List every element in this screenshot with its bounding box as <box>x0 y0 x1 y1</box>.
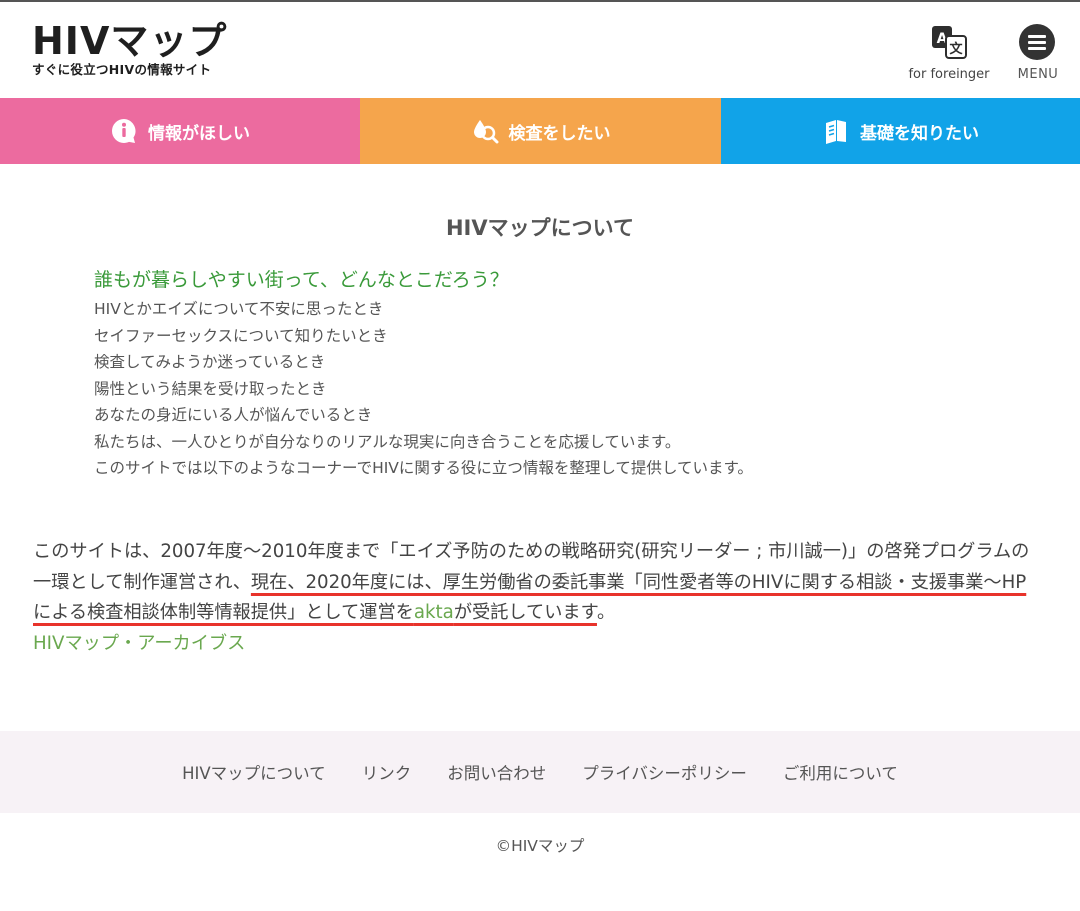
info-icon <box>110 117 138 145</box>
footer-link-links[interactable]: リンク <box>362 760 412 784</box>
tab-basic[interactable]: 基礎を知りたい <box>721 98 1080 164</box>
footer-link-privacy[interactable]: プライバシーポリシー <box>582 760 747 784</box>
intro-line: 陽性という結果を受け取ったとき <box>94 379 327 398</box>
about-paragraph: このサイトは、2007年度〜2010年度まで「エイズ予防のための戦略研究(研究リ… <box>33 537 1043 659</box>
site-logo[interactable]: HIVマップ すぐに役立つHIVの情報サイト <box>32 20 252 82</box>
footer-link-about[interactable]: HIVマップについて <box>182 760 326 784</box>
hamburger-icon <box>1019 24 1055 60</box>
tab-test-label: 検査をしたい <box>508 123 611 144</box>
about-text-end: が受託しています <box>453 602 597 623</box>
tab-test[interactable]: 検査をしたい <box>360 98 721 164</box>
intro-line: このサイトでは以下のようなコーナーでHIVに関する役に立つ情報を整理して提供して… <box>94 459 753 477</box>
tab-basic-label: 基礎を知りたい <box>860 123 979 144</box>
footer-link-contact[interactable]: お問い合わせ <box>447 760 546 784</box>
language-button[interactable]: A 文 for foreinger <box>900 22 998 86</box>
intro-section: 誰もが暮らしやすい街って、どんなとこだろう？ HIVとかエイズについて不安に思っ… <box>94 266 994 482</box>
menu-button[interactable]: MENU <box>1010 22 1066 86</box>
about-period: 。 <box>596 602 616 623</box>
page-title: HIVマップについて <box>445 216 634 240</box>
intro-heading: 誰もが暮らしやすい街って、どんなとこだろう？ <box>94 269 509 291</box>
tab-info-label: 情報がほしい <box>148 123 250 144</box>
main-nav: 情報がほしい 検査をしたい 基礎を知りたい <box>0 98 1080 164</box>
tab-info[interactable]: 情報がほしい <box>0 98 360 164</box>
copyright: ©HIVマップ <box>495 837 585 855</box>
logo-title: HIVマップ <box>32 19 228 63</box>
intro-line: あなたの身近にいる人が悩んでいるとき <box>94 406 373 424</box>
footer-nav: HIVマップについて リンク お問い合わせ プライバシーポリシー ご利用について <box>0 731 1080 813</box>
intro-line: セイファーセックスについて知りたいとき <box>94 326 388 345</box>
menu-label: MENU <box>1017 67 1059 82</box>
intro-line: 検査してみようか迷っているとき <box>94 353 326 371</box>
intro-line: HIVとかエイズについて不安に思ったとき <box>94 300 384 318</box>
svg-text:文: 文 <box>949 41 963 57</box>
test-search-icon <box>471 117 499 145</box>
language-label: for foreinger <box>908 67 990 82</box>
site-header: HIVマップ すぐに役立つHIVの情報サイト A 文 for foreinger… <box>0 2 1080 98</box>
footer-link-terms[interactable]: ご利用について <box>783 760 898 784</box>
archive-link[interactable]: HIVマップ・アーカイブス <box>33 629 1043 660</box>
akta-link[interactable]: akta <box>414 602 454 623</box>
book-icon <box>822 117 850 145</box>
logo-tagline: すぐに役立つHIVの情報サイト <box>32 62 212 77</box>
intro-line: 私たちは、一人ひとりが自分なりのリアルな現実に向き合うことを応援しています。 <box>94 432 681 451</box>
translate-icon: A 文 <box>932 26 967 59</box>
